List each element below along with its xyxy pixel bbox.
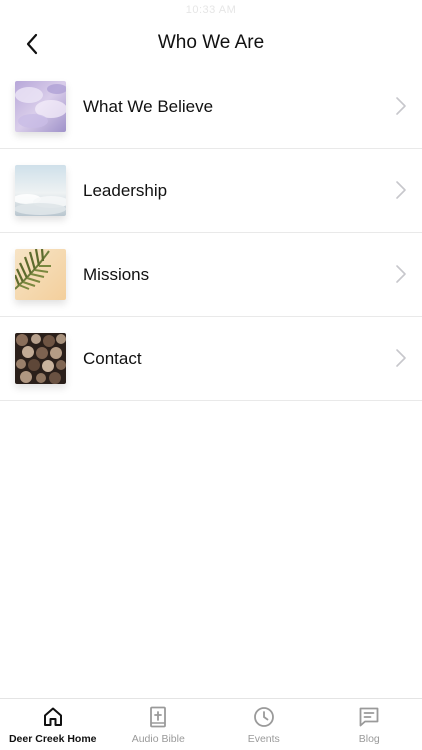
back-button[interactable] xyxy=(14,26,50,62)
tab-label: Deer Creek Home xyxy=(8,733,97,745)
chevron-right-icon xyxy=(396,181,406,199)
tab-audio-bible[interactable]: Audio Bible xyxy=(106,699,212,750)
list-item-label: Leadership xyxy=(83,181,168,200)
tab-deer-creek-home[interactable]: Deer Creek Home xyxy=(0,699,106,750)
list-item-label: Missions xyxy=(83,265,150,284)
message-icon xyxy=(359,707,379,727)
tab-events[interactable]: Events xyxy=(211,699,317,750)
list-item-contact[interactable]: Contact xyxy=(0,317,422,401)
tab-blog[interactable]: Blog xyxy=(317,699,422,750)
tab-label: Blog xyxy=(358,733,380,745)
tab-bar: Deer Creek Home Audio Bible Events Blog xyxy=(0,698,422,750)
list-item-missions[interactable]: Missions xyxy=(0,233,422,317)
palm-leaf-image xyxy=(15,249,66,300)
list-item-what-we-believe[interactable]: What We Believe xyxy=(0,65,422,149)
page-title: Who We Are xyxy=(157,32,265,53)
menu-list: What We Believe Leadership Missions Cont… xyxy=(0,65,422,401)
chevron-right-icon xyxy=(396,97,406,115)
clock-icon xyxy=(253,707,274,727)
list-item-label: What We Believe xyxy=(83,97,214,116)
list-item-leadership[interactable]: Leadership xyxy=(0,149,422,233)
chevron-left-icon xyxy=(26,33,38,55)
bible-icon xyxy=(150,706,167,728)
chevron-right-icon xyxy=(396,349,406,367)
sky-horizon-image xyxy=(15,165,66,216)
home-icon xyxy=(43,707,62,726)
clouds-purple-image xyxy=(15,81,66,132)
list-item-label: Contact xyxy=(83,349,142,368)
tab-label: Events xyxy=(247,733,280,745)
wood-logs-image xyxy=(15,333,66,384)
chevron-right-icon xyxy=(396,265,406,283)
navigation-bar: Who We Are xyxy=(0,22,422,64)
status-bar-time: 10:33 AM xyxy=(185,4,237,16)
tab-label: Audio Bible xyxy=(131,733,185,745)
